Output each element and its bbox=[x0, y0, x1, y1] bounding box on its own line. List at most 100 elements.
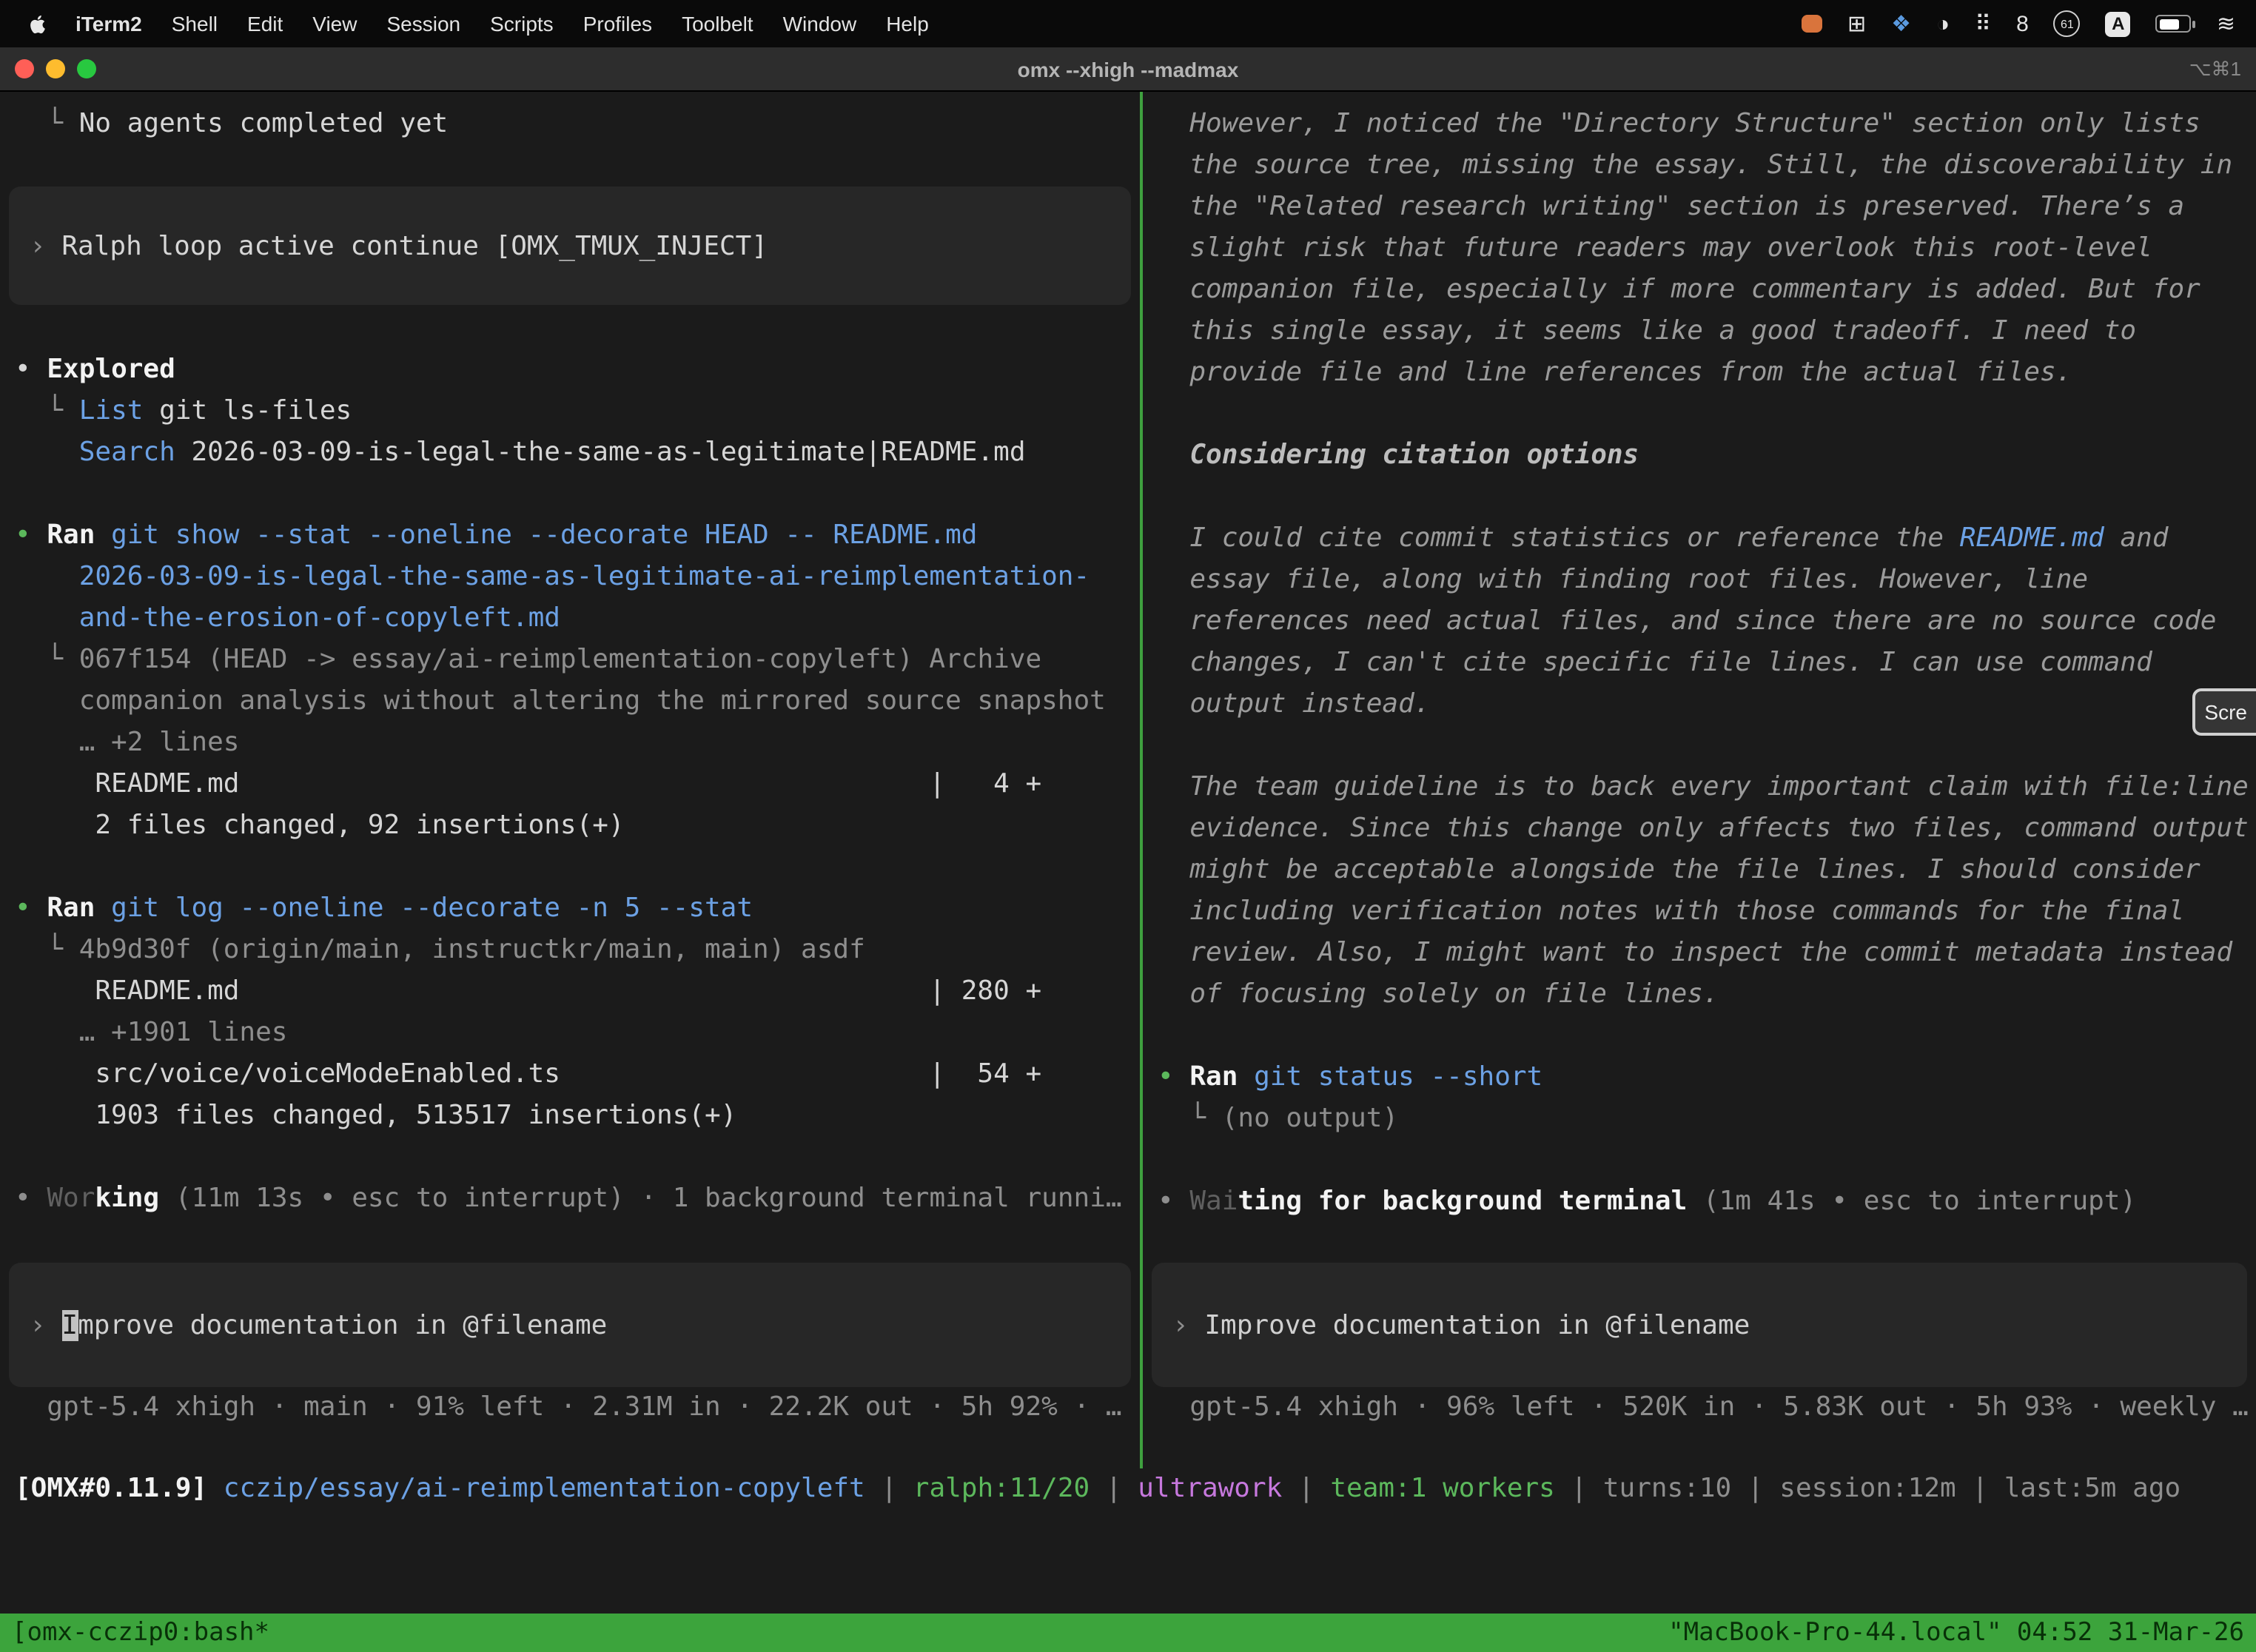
window-shortcut-badge: ⌥⌘1 bbox=[2189, 57, 2256, 81]
menu-item-edit[interactable]: Edit bbox=[232, 12, 298, 36]
ralph-loop-banner[interactable]: › Ralph loop active continue [OMX_TMUX_I… bbox=[9, 187, 1131, 305]
text-segment: Wai bbox=[1189, 1186, 1238, 1217]
text-segment: king bbox=[95, 1183, 159, 1214]
menu-item-scripts[interactable]: Scripts bbox=[475, 12, 568, 36]
thinking-header: Considering citation options bbox=[1143, 435, 2256, 477]
menu-item-window[interactable]: Window bbox=[768, 12, 872, 36]
close-button[interactable] bbox=[15, 59, 34, 78]
terminal-line: the source tree, missing the essay. Stil… bbox=[1143, 145, 2256, 187]
right-pane[interactable]: However, I noticed the "Directory Struct… bbox=[1143, 92, 2256, 1468]
turns-counter: turns:10 bbox=[1603, 1473, 1731, 1504]
menu-item-iterm2[interactable]: iTerm2 bbox=[61, 12, 157, 36]
menu-item-view[interactable]: View bbox=[298, 12, 372, 36]
text-segment: slight risk that future readers may over… bbox=[1158, 232, 2152, 263]
left-pane[interactable]: └ No agents completed yet› Ralph loop ac… bbox=[0, 92, 1140, 1468]
text-segment: (no output) bbox=[1222, 1103, 1398, 1134]
text-segment: this single essay, it seems like a good … bbox=[1158, 315, 2136, 346]
menu-item-session[interactable]: Session bbox=[372, 12, 475, 36]
text-segment: the "Related research writing" section i… bbox=[1158, 191, 2184, 222]
text-segment: src/voice/voiceModeEnabled.ts | 54 + bbox=[15, 1058, 1041, 1089]
tmux-session-window: [omx-cczip0:bash* bbox=[12, 1618, 269, 1648]
text-segment: review. Also, I might want to inspect th… bbox=[1158, 937, 2232, 968]
prompt-chevron: › bbox=[30, 1309, 61, 1340]
terminal-line: … +1901 lines bbox=[0, 1013, 1140, 1054]
command-text: git log --oneline --decorate -n 5 --stat bbox=[95, 893, 753, 924]
text-segment: provide file and line references from th… bbox=[1158, 357, 2072, 388]
input-source-icon[interactable]: A bbox=[2106, 11, 2131, 36]
text-segment: gpt-5.4 xhigh · main · 91% left · 2.31M … bbox=[15, 1391, 1122, 1423]
terminal-line: output instead. bbox=[1143, 684, 2256, 725]
window-title-bar[interactable]: omx --xhigh --madmax ⌥⌘1 bbox=[0, 47, 2256, 92]
ralph-counter: ralph:11/20 bbox=[913, 1473, 1090, 1504]
menu-bar-left: iTerm2 ShellEditViewSessionScriptsProfil… bbox=[15, 12, 944, 36]
team-workers: team:1 workers bbox=[1330, 1473, 1554, 1504]
text-segment: output instead. bbox=[1158, 688, 1430, 719]
terminal-line: 2026-03-09-is-legal-the-same-as-legitima… bbox=[0, 557, 1140, 598]
tmux-status-bar: [omx-cczip0:bash* "MacBook-Pro-44.local"… bbox=[0, 1614, 2256, 1652]
screen-recording-indicator-icon[interactable] bbox=[1802, 15, 1822, 33]
text-segment: | bbox=[1282, 1473, 1330, 1504]
terminal-line: └ List git ls-files bbox=[0, 391, 1140, 432]
text-segment: companion file, especially if more comme… bbox=[1158, 274, 2200, 305]
battery-meter-icon[interactable]: 61 bbox=[2054, 10, 2081, 37]
text-segment: might be acceptable alongside the file l… bbox=[1158, 854, 2200, 885]
session-duration: session:12m bbox=[1779, 1473, 1955, 1504]
text-segment: references need actual files, and since … bbox=[1158, 605, 2217, 637]
text-segment: I could cite commit statistics or refere… bbox=[1158, 523, 1960, 554]
text-segment: README.md | 280 + bbox=[15, 976, 1041, 1007]
text-segment: | bbox=[1090, 1473, 1138, 1504]
text-segment: evidence. Since this change only affects… bbox=[1158, 813, 2249, 844]
window-title: omx --xhigh --madmax bbox=[0, 57, 2256, 81]
text-segment: 067f154 (HEAD -> essay/ai-reimplementati… bbox=[79, 644, 1041, 675]
menu-item-shell[interactable]: Shell bbox=[157, 12, 232, 36]
menu-items: ShellEditViewSessionScriptsProfilesToolb… bbox=[157, 12, 944, 36]
circle-app-icon[interactable]: ◑ bbox=[1936, 13, 1950, 35]
input-text: Improve documentation in @filename bbox=[1204, 1309, 1750, 1340]
text-segment: Ran bbox=[47, 893, 95, 924]
terminal-line: Search 2026-03-09-is-legal-the-same-as-l… bbox=[0, 432, 1140, 474]
terminal-line: … +2 lines bbox=[0, 722, 1140, 764]
prompt-chevron: › bbox=[30, 230, 61, 261]
menu-item-profiles[interactable]: Profiles bbox=[568, 12, 667, 36]
minimize-button[interactable] bbox=[46, 59, 65, 78]
screenshot-overlay: Scre bbox=[2192, 688, 2256, 736]
bullet: • bbox=[15, 354, 47, 385]
zoom-button[interactable] bbox=[77, 59, 96, 78]
screen: iTerm2 ShellEditViewSessionScriptsProfil… bbox=[0, 0, 2256, 1652]
ralph-loop-text: Ralph loop active continue [OMX_TMUX_INJ… bbox=[61, 230, 768, 261]
terminal-line: this single essay, it seems like a good … bbox=[1143, 311, 2256, 352]
window-grid-icon[interactable]: ⊞ bbox=[1847, 13, 1866, 35]
terminal-line: references need actual files, and since … bbox=[1143, 601, 2256, 642]
terminal-line: might be acceptable alongside the file l… bbox=[1143, 850, 2256, 891]
text-segment: Considering citation options bbox=[1158, 440, 1639, 471]
terminal-line: 2 files changed, 92 insertions(+) bbox=[0, 805, 1140, 847]
eight-app-icon[interactable]: 8 bbox=[2016, 13, 2029, 35]
blue-app-icon[interactable]: ❖ bbox=[1891, 13, 1911, 35]
menu-item-help[interactable]: Help bbox=[871, 12, 944, 36]
text-segment: └ bbox=[15, 934, 79, 965]
terminal-line: companion file, especially if more comme… bbox=[1143, 269, 2256, 311]
wifi-icon[interactable]: ≋ bbox=[2217, 13, 2235, 35]
explored-header: • Explored bbox=[0, 349, 1140, 391]
menu-item-toolbelt[interactable]: Toolbelt bbox=[667, 12, 768, 36]
prompt-input[interactable]: › Improve documentation in @filename bbox=[9, 1263, 1131, 1387]
text-segment: … +2 lines bbox=[15, 727, 239, 758]
dots-grid-icon[interactable]: ⠿ bbox=[1975, 13, 1991, 35]
apple-menu-icon[interactable] bbox=[15, 13, 61, 35]
battery-icon[interactable] bbox=[2156, 15, 2192, 33]
text-segment: 1903 files changed, 513517 insertions(+) bbox=[15, 1100, 736, 1131]
text-segment bbox=[207, 1473, 224, 1504]
terminal-line: the "Related research writing" section i… bbox=[1143, 187, 2256, 228]
tool-name: Search bbox=[79, 437, 175, 468]
terminal-line: provide file and line references from th… bbox=[1143, 352, 2256, 394]
text-segment: README.md | 4 + bbox=[15, 768, 1041, 799]
text-segment: └ bbox=[15, 644, 79, 675]
text-segment: 2 files changed, 92 insertions(+) bbox=[15, 810, 625, 841]
thinking-paragraph: The team guideline is to back every impo… bbox=[1143, 767, 2256, 808]
prompt-input[interactable]: › Improve documentation in @filename bbox=[1152, 1263, 2247, 1387]
waiting-status-line: • Waiting for background terminal (1m 41… bbox=[1143, 1181, 2256, 1223]
text-segment: | bbox=[1956, 1473, 2004, 1504]
text-segment: | bbox=[1555, 1473, 1603, 1504]
text-segment: └ bbox=[1158, 1103, 1222, 1134]
bullet: • bbox=[1158, 1061, 1189, 1092]
